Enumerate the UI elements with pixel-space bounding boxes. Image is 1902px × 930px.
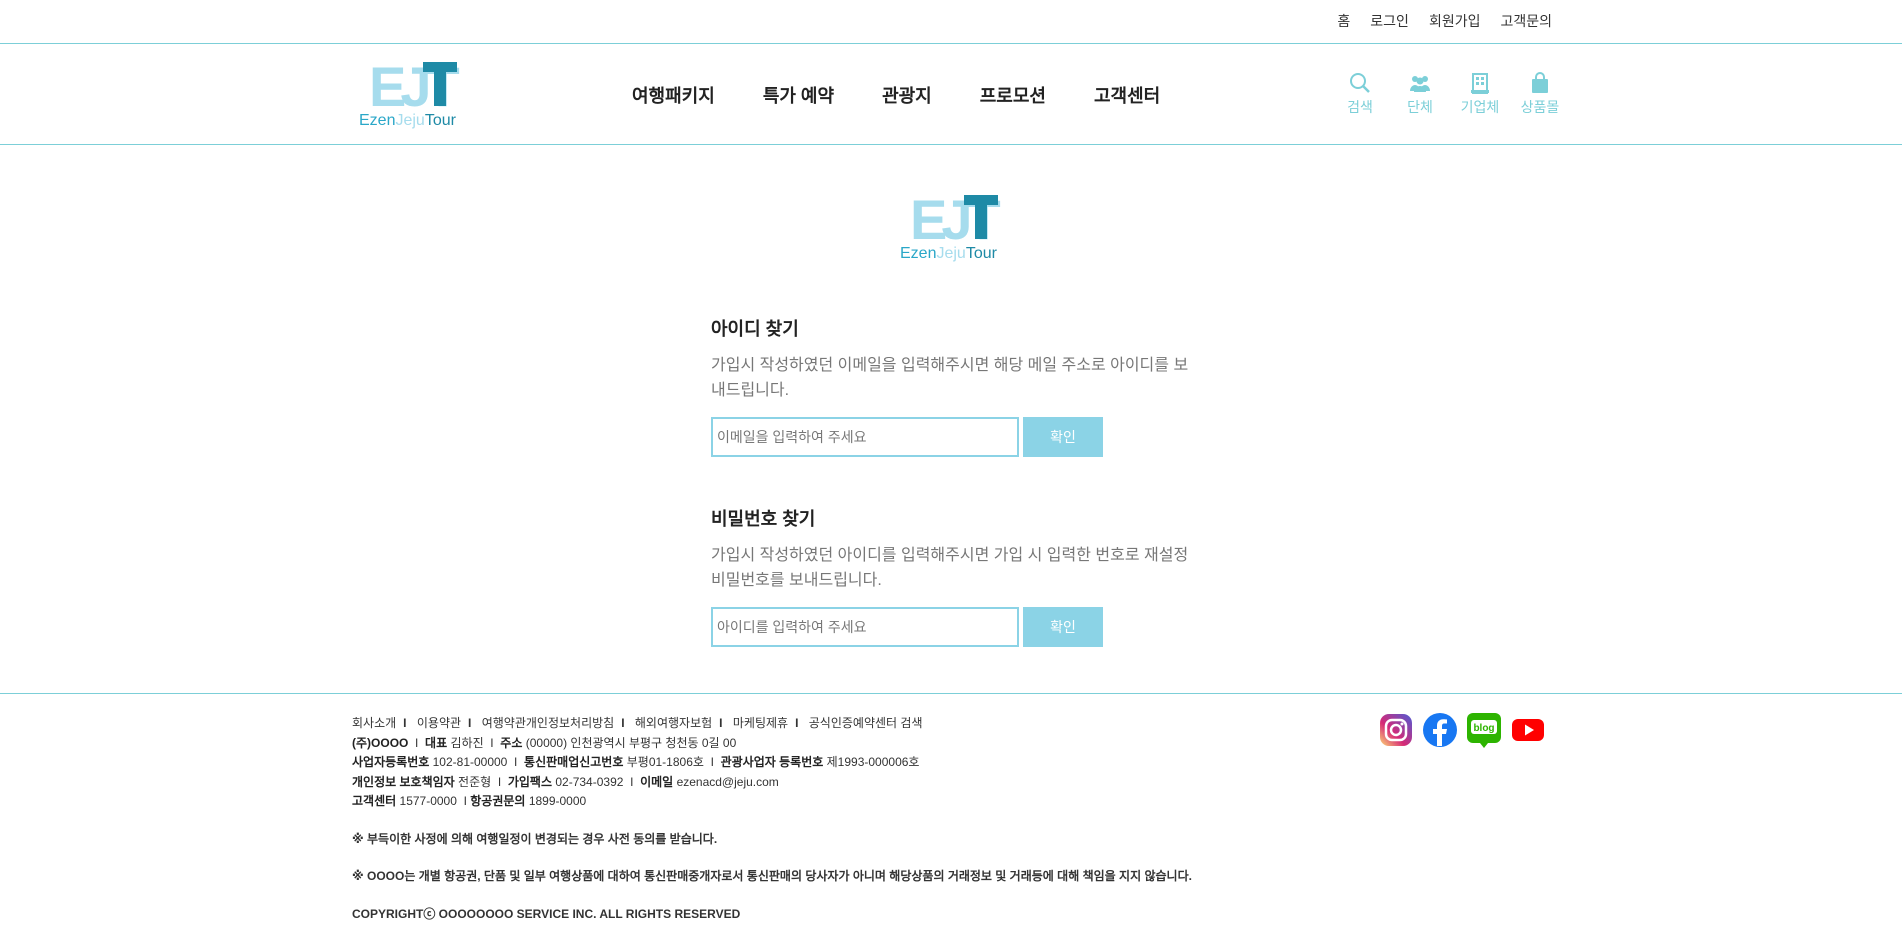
find-password-title: 비밀번호 찾기 [711, 509, 816, 529]
footer-link-terms[interactable]: 이용약관 [417, 716, 461, 730]
shop-button[interactable]: 상품몰 [1510, 71, 1570, 117]
footer-link-insurance[interactable]: 해외여행자보험 [635, 716, 712, 730]
footer-note-liability: ※ OOOO는 개별 항공권, 단품 및 일부 여행상품에 대하여 통신판매중개… [352, 869, 1192, 883]
find-id-form: 확인 [711, 417, 1191, 457]
nav-item-packages[interactable]: 여행패키지 [632, 82, 715, 108]
find-id-description: 가입시 작성하였던 이메일을 입력해주시면 해당 메일 주소로 아이디를 보내드… [711, 357, 1189, 399]
footer-link-marketing[interactable]: 마케팅제휴 [733, 716, 788, 730]
nav-item-special[interactable]: 특가 예약 [763, 82, 834, 108]
blog-icon[interactable]: blog [1466, 712, 1502, 748]
top-link-home[interactable]: 홈 [1337, 11, 1350, 31]
top-links: 홈 로그인 회원가입 고객문의 [1337, 11, 1552, 31]
top-bar: 홈 로그인 회원가입 고객문의 [0, 0, 1902, 44]
find-password-confirm-button[interactable]: 확인 [1023, 607, 1103, 647]
footer-info: 회사소개 I 이용약관 I 여행약관개인정보처리방침 I 해외여행자보험 I 마케팅제휴… [352, 714, 1192, 924]
footer-copyright: COPYRIGHTⓒ OOOOOOOO SERVICE INC. ALL RIG… [352, 906, 741, 921]
facebook-icon[interactable] [1422, 712, 1458, 748]
find-id-title: 아이디 찾기 [711, 319, 799, 339]
footer-registration-line: 사업자등록번호 102-81-00000 I 통신판매업신고번호 부평01-18… [352, 755, 920, 769]
find-password-description: 가입시 작성하였던 아이디를 입력해주시면 가입 시 입력한 번호로 재설정 비… [711, 547, 1189, 589]
shopping-bag-icon [1532, 72, 1548, 93]
business-label: 기업체 [1460, 99, 1500, 115]
social-links: blog [1378, 712, 1546, 748]
footer-cs-line: 고객센터 1577-0000 I 항공권문의 1899-0000 [352, 794, 587, 808]
nav-item-support[interactable]: 고객센터 [1094, 82, 1160, 108]
footer-contact-line: 개인정보 보호책임자 전준형 I 가입팩스 02-734-0392 I 이메일 … [352, 774, 779, 789]
nav-item-attractions[interactable]: 관광지 [882, 82, 932, 108]
nav-item-promotion[interactable]: 프로모션 [980, 82, 1046, 108]
footer-link-privacy[interactable]: 여행약관개인정보처리방침 [482, 716, 614, 730]
search-label: 검색 [1347, 99, 1373, 115]
svg-text:blog: blog [1473, 723, 1494, 734]
header: EJT EzenJejuTour 여행패키지 특가 예약 관광지 프로모션 고객… [0, 44, 1902, 145]
group-icon [1410, 76, 1430, 92]
footer-link-company[interactable]: 회사소개 [352, 716, 396, 730]
main-content: EJT EzenJejuTour 아이디 찾기 가입시 작성하였던 이메일을 입… [0, 145, 1902, 693]
footer-company-line: (주)OOOO I 대표 김하진 I 주소 (00000) 인천광역시 부평구 … [352, 735, 737, 750]
business-button[interactable]: 기업체 [1450, 71, 1510, 117]
find-id-confirm-button[interactable]: 확인 [1023, 417, 1103, 457]
center-logo: EJT EzenJejuTour [898, 188, 1008, 263]
top-link-inquiry[interactable]: 고객문의 [1500, 11, 1552, 31]
svg-text:EzenJejuTour: EzenJejuTour [900, 245, 998, 262]
find-password-form: 확인 [711, 607, 1191, 647]
building-icon [1471, 73, 1489, 94]
instagram-icon[interactable] [1378, 712, 1414, 748]
youtube-icon[interactable] [1510, 712, 1546, 748]
main-nav: 여행패키지 특가 예약 관광지 프로모션 고객센터 [632, 82, 1160, 108]
footer-links: 회사소개 I 이용약관 I 여행약관개인정보처리방침 I 해외여행자보험 I 마케팅제휴… [352, 716, 923, 730]
footer-note-schedule: ※ 부득이한 사정에 의해 여행일정이 변경되는 경우 사전 동의를 받습니다. [352, 831, 718, 846]
top-link-login[interactable]: 로그인 [1370, 11, 1409, 31]
top-link-signup[interactable]: 회원가입 [1429, 11, 1481, 31]
svg-text:EzenJejuTour: EzenJejuTour [359, 112, 457, 129]
group-button[interactable]: 단체 [1390, 71, 1450, 117]
find-password-section: 비밀번호 찾기 가입시 작성하였던 아이디를 입력해주시면 가입 시 입력한 번… [711, 505, 1191, 647]
search-button[interactable]: 검색 [1330, 71, 1390, 117]
header-icons: 검색 단체 기업체 상품몰 [1330, 71, 1570, 117]
email-input[interactable] [711, 417, 1019, 457]
header-logo[interactable]: EJT EzenJejuTour [357, 55, 467, 130]
id-input[interactable] [711, 607, 1019, 647]
footer: 회사소개 I 이용약관 I 여행약관개인정보처리방침 I 해외여행자보험 I 마케팅제휴… [0, 693, 1902, 930]
find-id-section: 아이디 찾기 가입시 작성하였던 이메일을 입력해주시면 해당 메일 주소로 아… [711, 315, 1191, 457]
footer-link-certified[interactable]: 공식인증예약센터 검색 [809, 716, 923, 730]
shop-label: 상품몰 [1520, 99, 1560, 115]
group-label: 단체 [1407, 99, 1433, 115]
search-icon [1350, 73, 1370, 93]
